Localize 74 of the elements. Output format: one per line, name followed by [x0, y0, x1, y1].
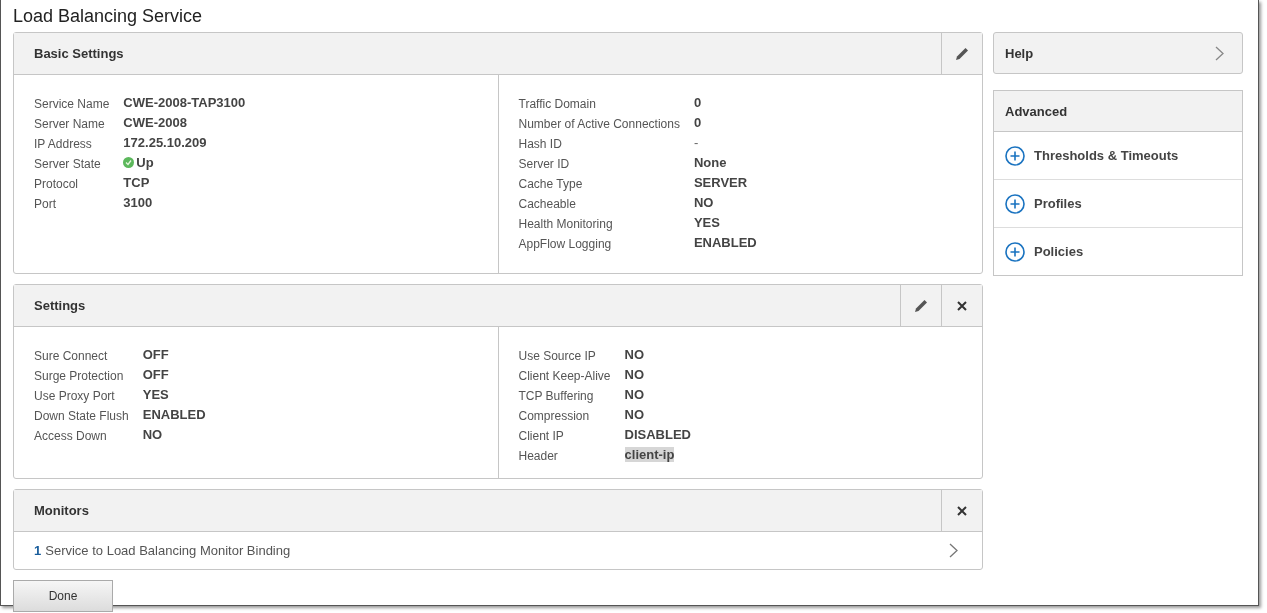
field-label: Server ID: [518, 157, 571, 172]
field-value: None: [693, 154, 727, 170]
field-value: CWE-2008: [123, 114, 187, 130]
field-label: Use Proxy Port: [34, 389, 116, 404]
field-value: DISABLED: [624, 426, 691, 442]
field-value: YES: [693, 214, 720, 230]
chevron-right-icon: [1215, 45, 1224, 61]
plus-circle-icon: [1005, 145, 1025, 166]
field-value: -: [693, 134, 699, 150]
field-label: Header: [518, 449, 559, 464]
field-value: 172.25.10.209: [123, 134, 207, 150]
help-bar[interactable]: Help: [993, 32, 1243, 74]
field-value: SERVER: [693, 174, 748, 190]
close-icon: [956, 299, 968, 312]
pencil-icon: [954, 45, 970, 62]
field-value: NO: [142, 426, 163, 442]
field-label: Cache Type: [518, 177, 584, 192]
field-label: Compression: [518, 409, 591, 424]
field-label: Server State: [34, 157, 102, 172]
field-label: Client IP: [518, 429, 565, 444]
field-label: Use Source IP: [518, 349, 597, 364]
field-label: Hash ID: [518, 137, 563, 152]
field-label: Access Down: [34, 429, 108, 444]
field-value: client-ip: [624, 446, 675, 462]
field-value: 0: [693, 114, 702, 130]
status-check-icon: [123, 156, 135, 168]
field-label: Sure Connect: [34, 349, 109, 364]
field-label: Service Name: [34, 97, 110, 112]
field-label: TCP Buffering: [518, 389, 595, 404]
help-title: Help: [1004, 45, 1035, 61]
field-label: Cacheable: [518, 197, 577, 212]
advanced-item[interactable]: Thresholds & Timeouts: [994, 132, 1242, 179]
field-value: OFF: [142, 366, 169, 382]
field-label: AppFlow Logging: [518, 237, 613, 252]
pencil-icon: [913, 297, 929, 314]
field-value: NO: [624, 406, 645, 422]
field-value: 0: [693, 94, 702, 110]
field-label: Client Keep-Alive: [518, 369, 611, 384]
field-label: Traffic Domain: [518, 97, 597, 112]
field-value: NO: [693, 194, 714, 210]
binding-count: 1: [34, 543, 42, 558]
chevron-right-icon: [949, 543, 958, 558]
field-label: Protocol: [34, 177, 80, 192]
field-value: TCP: [123, 174, 150, 190]
window-title: Load Balancing Service: [12, 5, 204, 26]
advanced-title: Advanced: [1005, 103, 1068, 119]
field-label: IP Address: [34, 137, 93, 152]
field-label: Number of Active Connections: [518, 117, 680, 132]
field-label: Surge Protection: [34, 369, 125, 384]
monitor-binding-row[interactable]: 1 Service to Load Balancing Monitor Binding: [14, 532, 982, 569]
plus-circle-icon: [1005, 193, 1025, 214]
plus-circle-icon: [1005, 241, 1025, 262]
field-label: Health Monitoring: [518, 217, 614, 232]
binding-label: Service to Load Balancing Monitor Binding: [45, 543, 292, 558]
panel-title: Settings: [33, 297, 87, 315]
field-value: Up: [136, 154, 154, 170]
field-label: Server Name: [34, 117, 106, 132]
advanced-item[interactable]: Policies: [994, 227, 1242, 275]
field-value: CWE-2008-TAP3100: [123, 94, 246, 110]
panel-title: Monitors: [33, 502, 90, 520]
field-value: NO: [624, 346, 645, 362]
done-button[interactable]: Done: [13, 580, 113, 612]
close-icon: [956, 504, 968, 517]
field-value: YES: [142, 386, 169, 402]
field-value: ENABLED: [142, 406, 206, 422]
field-label: Port: [34, 197, 57, 212]
field-value: 3100: [123, 194, 153, 210]
field-value: NO: [624, 366, 645, 382]
panel-title: Basic Settings: [33, 45, 125, 63]
field-value: OFF: [142, 346, 169, 362]
field-value: NO: [624, 386, 645, 402]
advanced-item[interactable]: Profiles: [994, 179, 1242, 227]
field-label: Down State Flush: [34, 409, 129, 424]
field-value: ENABLED: [693, 234, 757, 250]
